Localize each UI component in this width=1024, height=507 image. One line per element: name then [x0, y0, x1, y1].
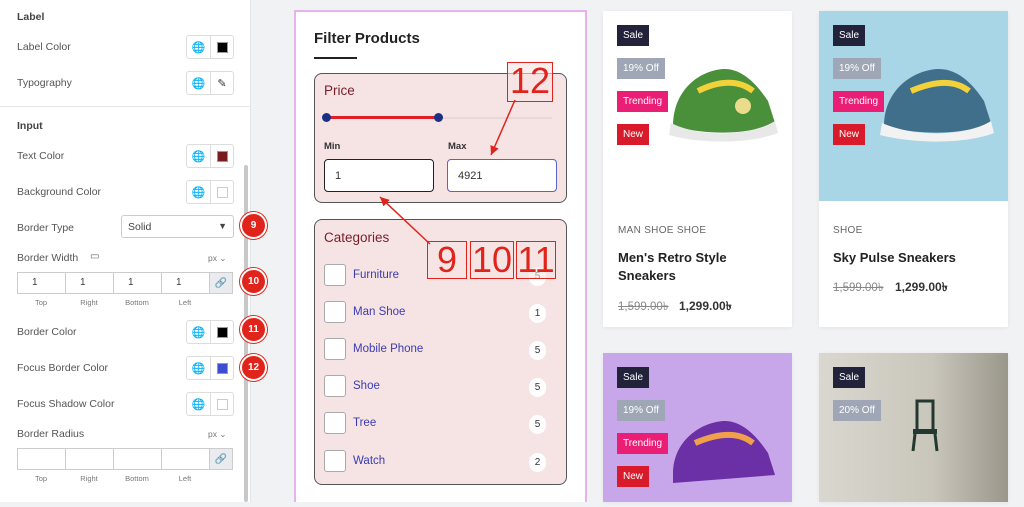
sale-tag: Sale	[833, 25, 866, 46]
product-categories[interactable]: SHOE	[833, 225, 863, 236]
price: 1,299.00৳	[895, 280, 948, 294]
price: 1,299.00৳	[679, 299, 732, 313]
discount-tag: 19% Off	[617, 400, 665, 421]
discount-tag: 19% Off	[833, 58, 881, 79]
product-categories[interactable]: MAN SHOE SHOE	[618, 225, 706, 236]
old-price: 1,599.00৳	[618, 301, 669, 313]
discount-tag: 19% Off	[617, 58, 665, 79]
trending-tag: Trending	[617, 433, 669, 454]
sale-tag: Sale	[617, 367, 650, 388]
sale-tag: Sale	[833, 367, 866, 388]
product-name[interactable]: Sky Pulse Sneakers	[833, 249, 956, 267]
new-tag: New	[833, 124, 866, 145]
product-name[interactable]: Men's Retro Style Sneakers	[618, 249, 727, 285]
new-tag: New	[617, 466, 650, 487]
old-price: 1,599.00৳	[833, 282, 884, 294]
trending-tag: Trending	[833, 91, 885, 112]
discount-tag: 20% Off	[833, 400, 881, 421]
trending-tag: Trending	[617, 91, 669, 112]
new-tag: New	[617, 124, 650, 145]
sale-tag: Sale	[617, 25, 650, 46]
